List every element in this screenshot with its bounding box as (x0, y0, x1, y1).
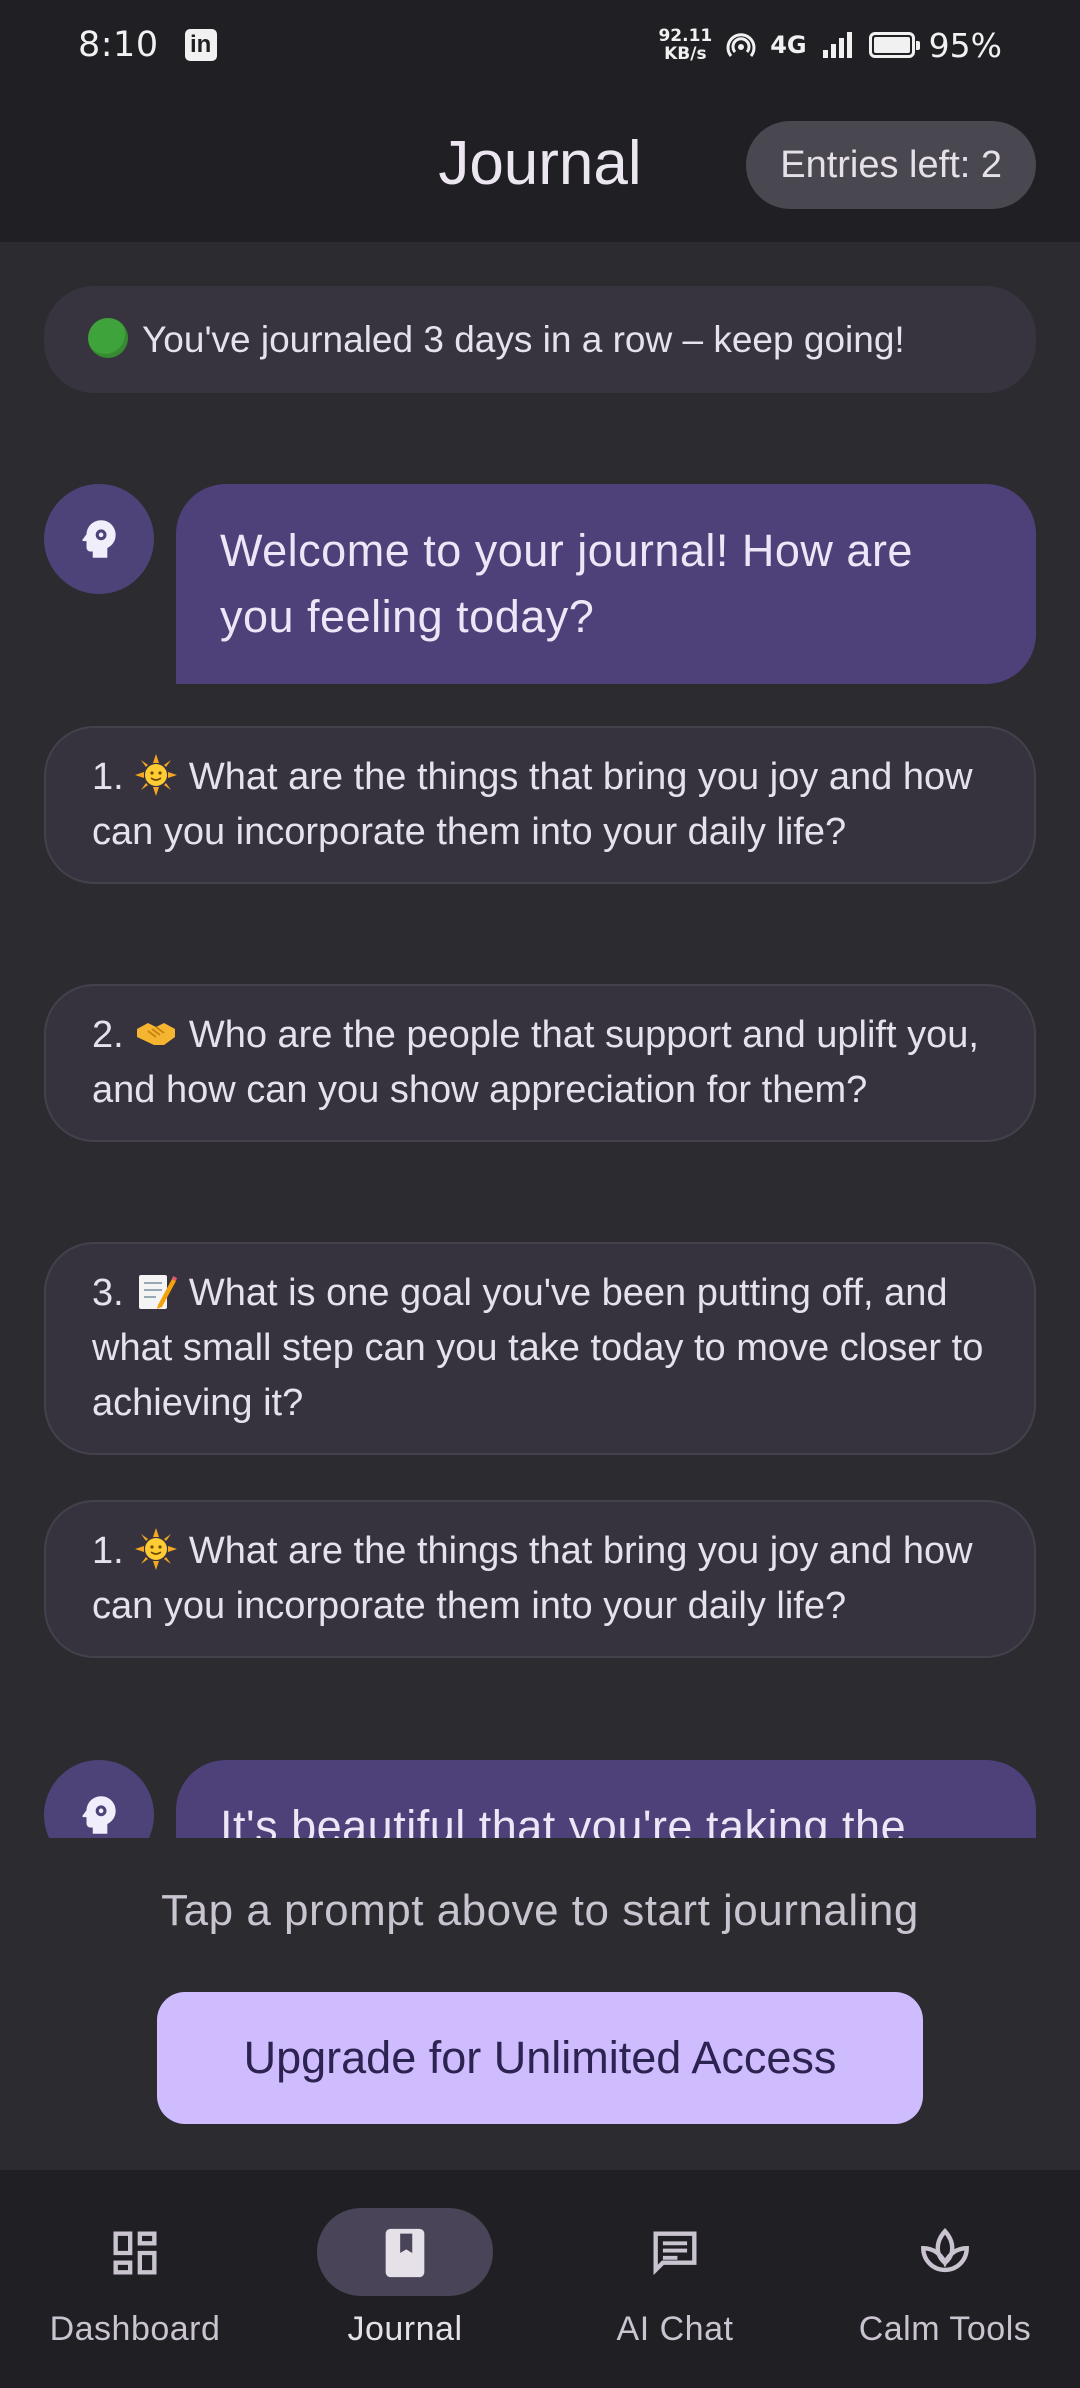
tap-prompt-hint: Tap a prompt above to start journaling (161, 1886, 919, 1935)
streak-banner: You've journaled 3 days in a row – keep … (44, 286, 1036, 393)
prompt-text: What is one goal you've been putting off… (92, 1272, 984, 1424)
linkedin-icon: in (184, 29, 217, 61)
nav-label: Calm Tools (858, 2310, 1032, 2348)
net-speed-unit: KB/s (664, 44, 707, 64)
psychology-icon (82, 520, 116, 558)
bot-message: Welcome to your journal! How are you fee… (176, 484, 1036, 684)
journal-chat-list[interactable]: You've journaled 3 days in a row – keep … (0, 242, 1080, 1838)
app-bar: Journal Entries left: 2 (0, 90, 1080, 242)
handshake-icon (137, 1023, 176, 1045)
journal-prompt-card[interactable]: 1. What are the things that bring you jo… (44, 1500, 1036, 1658)
psychology-icon (82, 1796, 116, 1834)
nav-item-journal[interactable]: Journal (270, 2170, 540, 2388)
prompt-text: What are the things that bring you joy a… (92, 1530, 973, 1627)
status-bar: 8:10 in 92.11 KB/s 4G 95% (0, 0, 1080, 90)
net-speed-value: 92.11 (658, 26, 713, 46)
spa-icon (921, 2228, 969, 2273)
hotspot-icon (726, 33, 756, 57)
nav-label: Journal (347, 2310, 463, 2348)
green-circle-icon (88, 318, 128, 358)
status-time: 8:10 (78, 25, 159, 65)
prompt-text: What are the things that bring you joy a… (92, 756, 973, 853)
journal-prompt-card[interactable]: 3. What is one goal you've been putting … (44, 1242, 1036, 1455)
prompt-number: 2. (92, 1014, 124, 1056)
net-speed: 92.11 KB/s (658, 27, 712, 63)
journal-prompt-card[interactable]: 1. What are the things that bring you jo… (44, 726, 1036, 884)
nav-item-dashboard[interactable]: Dashboard (0, 2170, 270, 2388)
nav-label: AI Chat (616, 2310, 734, 2348)
journal-prompt-card[interactable]: 2. Who are the people that support and u… (44, 984, 1036, 1142)
streak-text: You've journaled 3 days in a row – keep … (142, 319, 905, 360)
upgrade-button[interactable]: Upgrade for Unlimited Access (157, 1992, 923, 2124)
memo-icon (139, 1275, 178, 1309)
prompt-number: 1. (92, 756, 124, 798)
prompt-number: 3. (92, 1272, 124, 1314)
nav-item-calm-tools[interactable]: Calm Tools (810, 2170, 1080, 2388)
battery-percent: 95% (928, 25, 1002, 65)
bot-message: It's beautiful that you're taking the (176, 1760, 1036, 1838)
nav-label: Dashboard (49, 2310, 221, 2348)
journal-icon (385, 2228, 425, 2278)
sun-face-icon (135, 1528, 178, 1570)
prompt-text: Who are the people that support and upli… (92, 1014, 979, 1111)
bot-avatar (44, 1760, 154, 1838)
nav-item-ai-chat[interactable]: AI Chat (540, 2170, 810, 2388)
dashboard-icon (113, 2231, 157, 2275)
chat-icon (653, 2231, 697, 2276)
signal-icon (822, 32, 852, 58)
status-right: 92.11 KB/s 4G 95% (658, 26, 1002, 65)
sun-face-icon (135, 754, 178, 796)
bottom-navigation: Dashboard Journal AI Chat Calm Tools (0, 2170, 1080, 2388)
entries-left-badge: Entries left: 2 (746, 121, 1036, 209)
network-type: 4G (770, 31, 807, 59)
prompt-number: 1. (92, 1530, 124, 1572)
battery-icon (868, 32, 920, 58)
bot-avatar (44, 484, 154, 594)
